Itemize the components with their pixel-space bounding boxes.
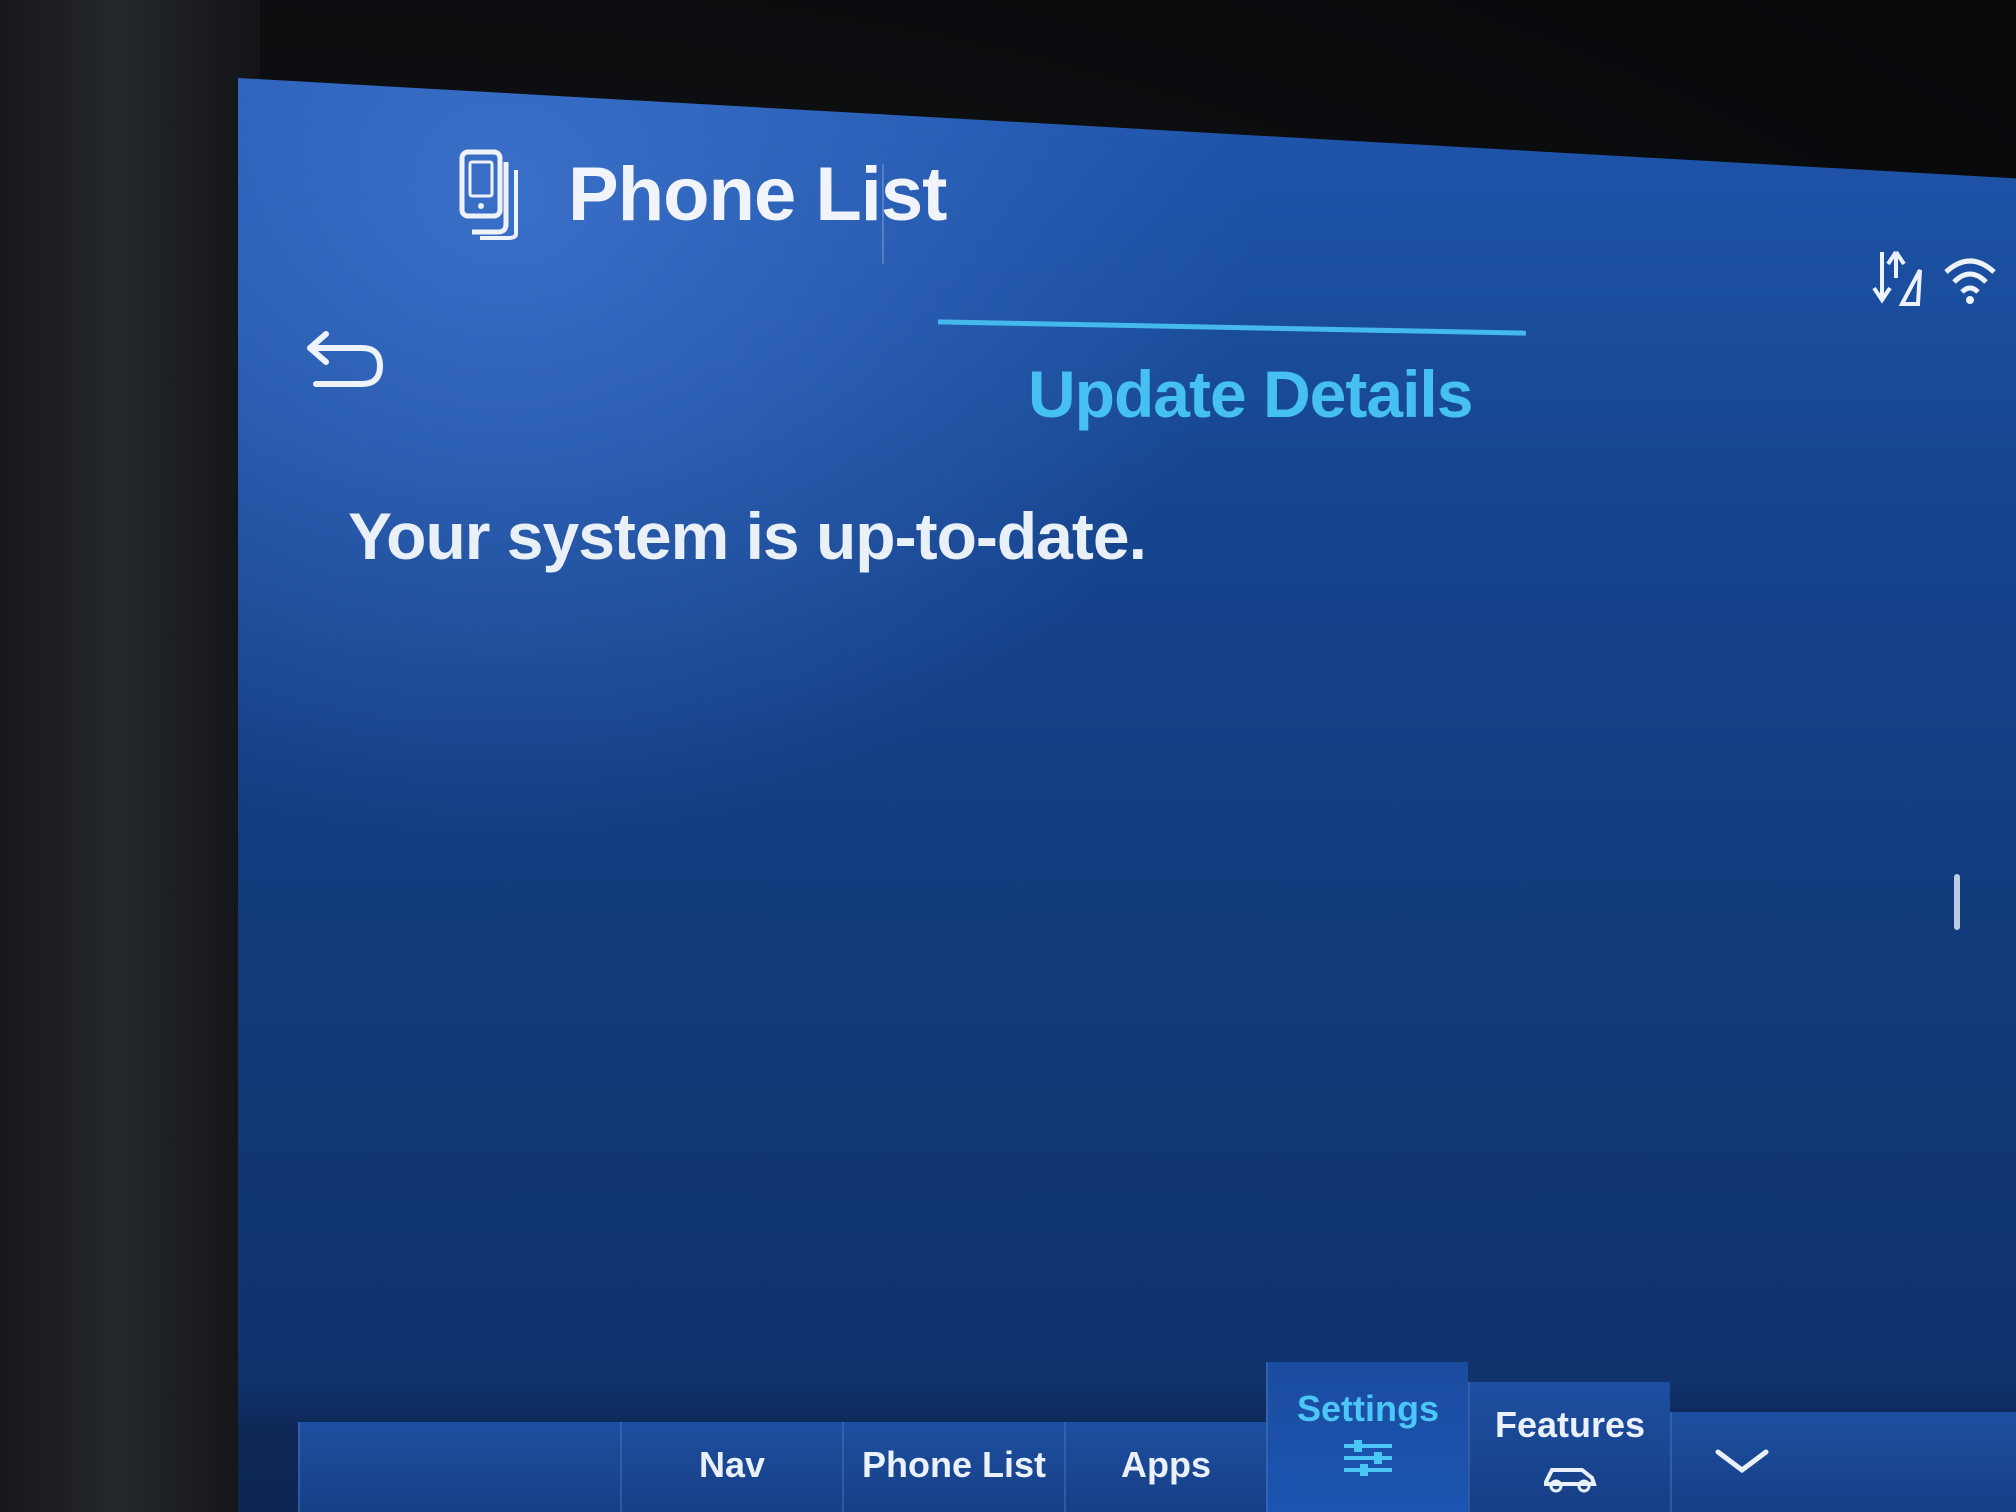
- nav-item-apps[interactable]: Apps: [1064, 1422, 1266, 1512]
- scrollbar-handle[interactable]: [1954, 874, 1960, 930]
- status-message: Your system is up-to-date.: [348, 499, 1147, 573]
- sliders-icon: [1344, 1440, 1392, 1476]
- nav-item-nav[interactable]: Nav: [620, 1422, 842, 1512]
- nav-item-features[interactable]: Features: [1468, 1382, 1670, 1512]
- chevron-down-icon: [1715, 1449, 1769, 1474]
- nav-item-label: Features: [1494, 1404, 1646, 1445]
- nav-item-label: Phone List: [861, 1444, 1046, 1485]
- nav-item-more[interactable]: [1670, 1412, 2016, 1512]
- phone-list-icon: [459, 149, 518, 240]
- gps-signal-icon: [1872, 250, 1922, 306]
- infotainment-screen: Phone List Update Details Your system is…: [238, 78, 2016, 1512]
- nav-item-settings[interactable]: Settings: [1266, 1362, 1468, 1512]
- nav-item-label: Apps: [1121, 1444, 1211, 1485]
- wifi-icon: [1944, 258, 1996, 304]
- nav-item-label: Settings: [1296, 1388, 1439, 1429]
- back-arrow-icon[interactable]: [304, 326, 388, 396]
- title-divider: [882, 164, 884, 264]
- app-title-area[interactable]: Phone List: [458, 148, 947, 240]
- app-title: Phone List: [568, 151, 947, 237]
- vehicle-icon: [1544, 1468, 1597, 1493]
- tab-update-details[interactable]: Update Details: [1028, 356, 1473, 432]
- status-icons: [1868, 248, 2016, 308]
- nav-item-partial[interactable]: [298, 1422, 620, 1512]
- nav-item-label: Nav: [698, 1444, 766, 1485]
- bottom-nav-bar: Nav Phone List Apps Settings Features: [238, 1362, 2016, 1512]
- bezel-edge: [0, 0, 260, 1512]
- nav-item-phone-list[interactable]: Phone List: [842, 1422, 1064, 1512]
